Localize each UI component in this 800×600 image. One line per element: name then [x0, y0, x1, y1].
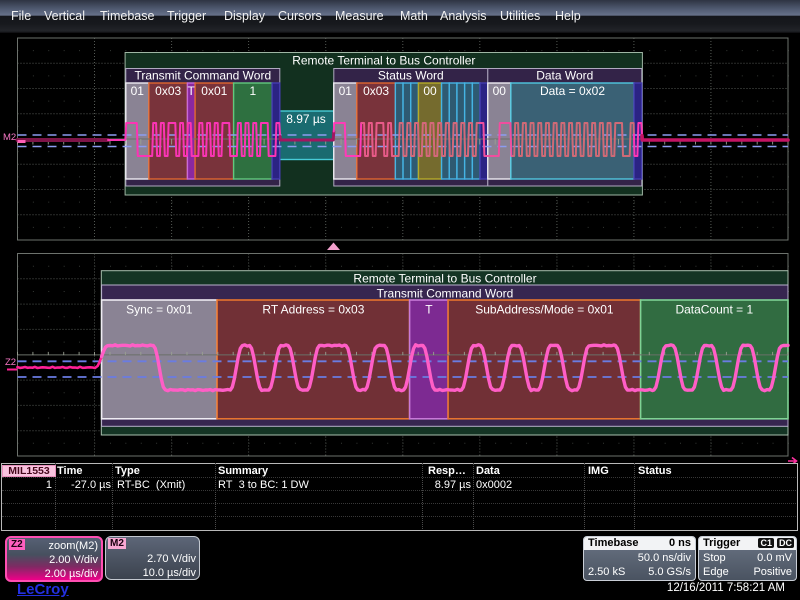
svg-text:SubAddress/Mode = 0x01: SubAddress/Mode = 0x01	[475, 303, 614, 317]
svg-text:8.97 µs: 8.97 µs	[286, 112, 326, 126]
svg-text:T: T	[188, 84, 196, 98]
svg-text:Data Word: Data Word	[536, 69, 593, 83]
svg-text:00: 00	[493, 84, 507, 98]
svg-text:Transmit Command Word: Transmit Command Word	[134, 69, 271, 83]
svg-text:T: T	[425, 303, 433, 317]
svg-text:00: 00	[423, 84, 437, 98]
svg-text:01: 01	[339, 84, 353, 98]
svg-text:1: 1	[250, 84, 257, 98]
svg-text:Sync = 0x01: Sync = 0x01	[126, 303, 193, 317]
svg-text:0x03: 0x03	[155, 84, 181, 98]
svg-text:0x03: 0x03	[363, 84, 389, 98]
svg-text:Z2: Z2	[5, 357, 16, 368]
svg-text:Remote Terminal to Bus Control: Remote Terminal to Bus Controller	[353, 272, 536, 286]
svg-text:M2: M2	[3, 132, 16, 143]
svg-text:Data = 0x02: Data = 0x02	[540, 84, 605, 98]
svg-text:01: 01	[131, 84, 145, 98]
svg-text:RT Address = 0x03: RT Address = 0x03	[262, 303, 364, 317]
svg-text:Status Word: Status Word	[378, 69, 444, 83]
svg-text:Remote Terminal to Bus Control: Remote Terminal to Bus Controller	[292, 54, 475, 68]
svg-text:DataCount = 1: DataCount = 1	[675, 303, 753, 317]
svg-text:Transmit Command Word: Transmit Command Word	[377, 287, 514, 301]
svg-text:0x01: 0x01	[201, 84, 227, 98]
